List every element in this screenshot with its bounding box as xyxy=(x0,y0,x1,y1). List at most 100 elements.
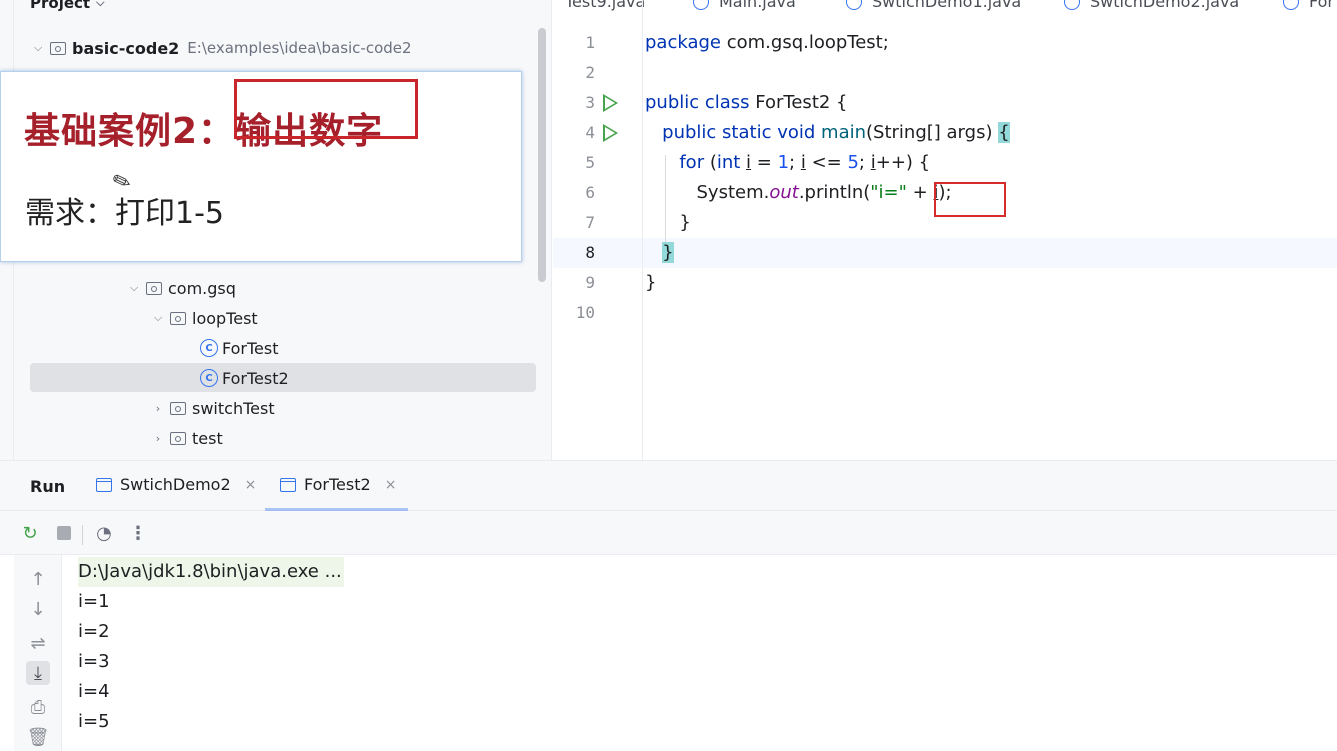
tab-label: SwtichDemo2.java xyxy=(1090,0,1240,11)
console-line: i=3 xyxy=(78,651,110,672)
run-tab-label: SwtichDemo2 xyxy=(120,475,231,494)
code-line: } xyxy=(645,272,657,293)
run-header: Run SwtichDemo2 × ForTest2 × xyxy=(0,461,1337,511)
overlay-highlight-box xyxy=(234,79,418,139)
tree-item-label: com.gsq xyxy=(168,278,236,298)
chevron-down-icon[interactable]: ⌵ xyxy=(30,41,46,55)
tab-label: For xyxy=(1309,0,1334,11)
tree-item-test[interactable]: › test xyxy=(150,425,223,451)
line-number: 7 xyxy=(585,213,595,232)
package-icon xyxy=(170,311,186,325)
arrow-down-icon[interactable]: ↓ xyxy=(26,597,50,621)
package-icon xyxy=(170,401,186,415)
console-window-icon xyxy=(280,477,296,492)
package-icon xyxy=(170,431,186,445)
soft-wrap-icon[interactable]: ⇌ xyxy=(26,631,50,655)
tab-swtichdemo1[interactable]: SwtichDemo1.java xyxy=(846,0,1021,11)
package-icon xyxy=(146,281,162,295)
run-panel: Run SwtichDemo2 × ForTest2 × ↻ ◔ ⋮ ↑ ↓ ⇌… xyxy=(0,460,1337,751)
line-number: 3 xyxy=(553,88,643,118)
rerun-icon[interactable]: ↻ xyxy=(20,523,40,544)
chevron-down-icon[interactable]: ⌵ xyxy=(150,311,166,325)
close-icon[interactable]: × xyxy=(245,477,257,493)
tab-label: SwtichDemo1.java xyxy=(872,0,1022,11)
arrow-up-icon[interactable]: ↑ xyxy=(26,567,50,591)
tree-item-label: loopTest xyxy=(192,308,258,328)
tree-item-basic-code2[interactable]: ⌵ basic-code2 E:\examples\idea\basic-cod… xyxy=(30,35,412,61)
project-scrollbar[interactable] xyxy=(538,28,546,282)
line-number: 4 xyxy=(553,118,643,148)
trash-icon[interactable]: 🗑 xyxy=(26,725,50,749)
run-gutter-icon[interactable] xyxy=(603,94,618,112)
tab-label: Test9.java xyxy=(565,0,646,11)
run-tab-swtichdemo2[interactable]: SwtichDemo2 × xyxy=(96,475,256,494)
scroll-to-end-icon[interactable]: ⤓ xyxy=(26,661,50,685)
profiler-gauge-icon[interactable]: ◔ xyxy=(94,523,114,544)
project-title-label: Project xyxy=(30,0,91,12)
stop-icon[interactable] xyxy=(54,523,74,543)
more-options-icon[interactable]: ⋮ xyxy=(128,523,148,544)
line-number: 1 xyxy=(585,33,595,52)
tree-item-label: test xyxy=(192,428,223,448)
console-line: D:\Java\jdk1.8\bin\java.exe ... xyxy=(78,557,344,587)
tree-item-label: basic-code2 xyxy=(72,38,180,58)
tab-label: Main.java xyxy=(719,0,796,11)
line-number: 2 xyxy=(585,63,595,82)
console-line: i=5 xyxy=(78,711,110,732)
run-tab-label: ForTest2 xyxy=(304,475,371,494)
class-icon: C xyxy=(200,369,218,387)
class-icon xyxy=(693,0,709,10)
chevron-down-icon[interactable]: ⌵ xyxy=(126,281,142,295)
editor-tabs: Test9.java Main.java SwtichDemo1.java Sw… xyxy=(553,0,1337,14)
run-tab-fortest2[interactable]: ForTest2 × xyxy=(280,475,396,494)
overlay-title-prefix: 基础案例2： xyxy=(24,111,236,152)
line-number: 5 xyxy=(585,153,595,172)
tree-item-label: switchTest xyxy=(192,398,275,418)
code-line: public static void main(String[] args) { xyxy=(662,122,1010,143)
chevron-right-icon[interactable]: › xyxy=(150,432,166,445)
tree-item-switchtest[interactable]: › switchTest xyxy=(150,395,275,421)
tab-for[interactable]: For xyxy=(1283,0,1334,11)
code-line: } xyxy=(662,242,674,263)
console-line: i=4 xyxy=(78,681,110,702)
run-toolbar: ↻ ◔ ⋮ xyxy=(0,511,1337,555)
console-window-icon xyxy=(96,477,112,492)
module-folder-icon xyxy=(50,41,66,55)
tree-item-path: E:\examples\idea\basic-code2 xyxy=(187,39,412,57)
line-numbers: 1 2 3 4 5 6 7 8 9 10 xyxy=(553,28,643,328)
console-command: D:\Java\jdk1.8\bin\java.exe ... xyxy=(78,557,344,587)
class-icon: C xyxy=(200,339,218,357)
code-line: public class ForTest2 { xyxy=(645,92,848,113)
tab-test9[interactable]: Test9.java xyxy=(565,0,645,11)
tree-item-fortest[interactable]: C ForTest xyxy=(200,335,279,361)
tree-item-label: ForTest2 xyxy=(222,368,289,388)
class-icon xyxy=(846,0,862,10)
code-line: for (int i = 1; i <= 5; i++) { xyxy=(679,152,931,173)
tree-item-fortest2[interactable]: C ForTest2 xyxy=(200,365,289,391)
close-icon[interactable]: × xyxy=(385,477,397,493)
console-output[interactable]: D:\Java\jdk1.8\bin\java.exe ... i=1 i=2 … xyxy=(78,557,344,737)
annotation-red-box xyxy=(934,182,1006,217)
tree-item-label: ForTest xyxy=(222,338,279,358)
project-panel-title[interactable]: Project ⌵ xyxy=(30,0,104,12)
print-icon[interactable]: ⎙ xyxy=(26,695,50,719)
chevron-right-icon[interactable]: › xyxy=(150,402,166,415)
code-line: package com.gsq.loopTest; xyxy=(645,32,889,53)
chevron-down-icon: ⌵ xyxy=(96,0,105,9)
line-number: 9 xyxy=(585,273,595,292)
tree-item-com-gsq[interactable]: ⌵ com.gsq xyxy=(126,275,236,301)
class-icon xyxy=(1064,0,1080,10)
tab-main[interactable]: Main.java xyxy=(693,0,796,11)
tab-swtichdemo2[interactable]: SwtichDemo2.java xyxy=(1064,0,1239,11)
tree-item-looptest[interactable]: ⌵ loopTest xyxy=(150,305,258,331)
line-number: 8 xyxy=(585,243,595,262)
code-content[interactable]: package com.gsq.loopTest; public class F… xyxy=(645,28,1010,328)
lesson-overlay-card: 基础案例2：输出数字 需求：打印1-5 ✎ xyxy=(0,71,522,262)
console-line: i=1 xyxy=(78,591,110,612)
line-number: 6 xyxy=(585,183,595,202)
run-gutter-icon[interactable] xyxy=(603,124,618,142)
class-icon xyxy=(1283,0,1299,10)
code-editor[interactable]: Test9.java Main.java SwtichDemo1.java Sw… xyxy=(553,0,1337,460)
